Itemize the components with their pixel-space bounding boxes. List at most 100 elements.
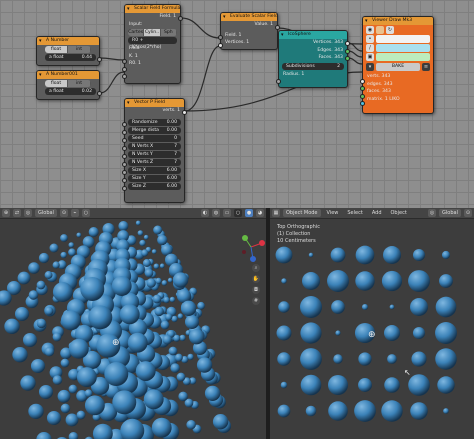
orientation-icon[interactable]: ◎: [428, 209, 437, 217]
field-input-socket[interactable]: [122, 59, 127, 64]
transform-icon[interactable]: ⇄: [13, 209, 21, 217]
viewport-top-orthographic[interactable]: ▦ Object Mode View Select Add Object ◎ G…: [270, 208, 474, 439]
formula-input[interactable]: R0 + K*cos(2*rho): [128, 37, 177, 50]
vertices-input-socket[interactable]: [218, 43, 223, 48]
evaluate-scalar-field-node[interactable]: Evaluate Scalar Field Value. 1 Field. 1 …: [218, 12, 280, 50]
input-socket[interactable]: [122, 130, 127, 135]
camera-icon[interactable]: ◘: [252, 286, 260, 294]
spherical-mode-button[interactable]: Sph: [160, 29, 177, 36]
faces-output-socket[interactable]: [345, 56, 350, 61]
transform-orientation-dropdown[interactable]: Global: [439, 209, 461, 217]
eye-icon[interactable]: ◉: [366, 26, 374, 34]
menu-object[interactable]: Object: [388, 209, 410, 217]
icosphere-node[interactable]: IcoSphere Vertices. 343 Edges. 343 Faces…: [276, 30, 350, 88]
proportional-icon[interactable]: ○: [81, 209, 90, 217]
vertex-color-swatch[interactable]: [376, 35, 430, 43]
float-value-field[interactable]: a float 0.44: [45, 54, 96, 61]
face-icon[interactable]: ▣: [366, 53, 374, 61]
n-verts-y-field[interactable]: N Verts Y7: [128, 150, 181, 158]
visibility-icon[interactable]: ◐: [201, 209, 209, 217]
input-socket[interactable]: [122, 178, 127, 183]
bake-button[interactable]: BAKE: [376, 63, 420, 71]
field-output-socket[interactable]: [178, 16, 183, 21]
face-color-swatch[interactable]: [376, 53, 430, 61]
seed-field[interactable]: Seed 0: [128, 134, 181, 142]
edges-output-socket[interactable]: [345, 49, 350, 54]
navigation-gizmo[interactable]: [236, 232, 266, 262]
pan-hand-icon[interactable]: ✋: [252, 275, 260, 283]
node-editor[interactable]: A Number floatint a float0.44 A Number00…: [0, 0, 474, 208]
merge-distance-field[interactable]: Merge dista 0.00: [128, 126, 181, 134]
input-socket[interactable]: [122, 170, 127, 175]
cursor-tool-icon[interactable]: ⊕: [2, 209, 10, 217]
number001-node[interactable]: A Number001 floatint a float0.02: [36, 70, 102, 100]
overlay-icon[interactable]: ◍: [212, 209, 220, 217]
input-socket[interactable]: [122, 146, 127, 151]
input-socket[interactable]: [122, 122, 127, 127]
scalar-field-formula-node[interactable]: Scalar Field Formula Field. 1 Input: Car…: [122, 4, 183, 84]
radius-input-socket[interactable]: [276, 79, 281, 84]
matrix-input-socket[interactable]: [360, 101, 365, 106]
coordinate-mode-selector[interactable]: Cartes Cylin.. Sph: [128, 29, 177, 36]
settings-icon[interactable]: ≡: [422, 63, 430, 71]
shading-material-icon[interactable]: ◕: [256, 209, 264, 217]
menu-add[interactable]: Add: [369, 209, 385, 217]
input-socket[interactable]: [122, 154, 127, 159]
cartesian-mode-button[interactable]: Cartes: [128, 29, 145, 36]
viewer-header: Viewer Draw Mk3: [363, 17, 433, 25]
float-mode-button[interactable]: float: [45, 46, 68, 53]
size-z-field[interactable]: Size Z 6.00: [128, 182, 181, 190]
viewport-perspective[interactable]: ⊕ ⇄ ◎ Global ⊙ ⌁ ○ ◐ ◍ ▭ ○ ● ◕ ⌕ ✋ ◘ # ⊕: [0, 208, 266, 439]
shading-solid-icon[interactable]: ●: [245, 209, 253, 217]
orientation-icon[interactable]: ◎: [24, 209, 32, 217]
snap-icon[interactable]: ⌁: [70, 209, 79, 217]
vertices-output-socket[interactable]: [345, 41, 350, 46]
sphere: [328, 375, 348, 395]
perspective-grid-icon[interactable]: #: [252, 297, 260, 305]
field-input-socket[interactable]: [218, 35, 223, 40]
viewer-draw-node[interactable]: Viewer Draw Mk3 ◉ ↻ • / ▣ ▾ BAKE ≡ verts…: [360, 16, 434, 114]
edge-color-swatch[interactable]: [376, 44, 430, 52]
sphere: [146, 278, 156, 288]
bake-toggle-icon[interactable]: [376, 26, 384, 34]
number-node[interactable]: A Number floatint a float0.44: [36, 36, 102, 66]
size-y-field[interactable]: Size Y 6.00: [128, 174, 181, 182]
editor-type-icon[interactable]: ▦: [272, 209, 280, 217]
edge-icon[interactable]: /: [366, 44, 374, 52]
float-value-field[interactable]: a float 0.02: [45, 88, 96, 95]
refresh-icon[interactable]: ↻: [386, 26, 394, 34]
transform-orientation-dropdown[interactable]: Global: [35, 209, 57, 217]
cylindrical-mode-button[interactable]: Cylin..: [144, 29, 161, 36]
menu-view[interactable]: View: [324, 209, 342, 217]
pivot-icon[interactable]: ⊙: [59, 209, 68, 217]
float-mode-button[interactable]: float: [45, 80, 68, 87]
n-verts-z-field[interactable]: N Verts Z7: [128, 158, 181, 166]
vector-p-field-node[interactable]: Vector P Field verts. 1 Randomize0.00 Me…: [122, 98, 187, 203]
randomize-field[interactable]: Randomize 0.00: [128, 118, 181, 126]
input-socket[interactable]: [122, 162, 127, 167]
int-mode-button[interactable]: int: [68, 46, 91, 53]
pivot-icon[interactable]: ⊙: [464, 209, 472, 217]
shading-wire-icon[interactable]: ○: [234, 209, 242, 217]
vertex-point-icon[interactable]: •: [366, 35, 374, 43]
input-socket[interactable]: [122, 138, 127, 143]
chevron-down-icon[interactable]: ▾: [366, 63, 374, 71]
input-socket[interactable]: [122, 186, 127, 191]
zoom-icon[interactable]: ⌕: [252, 264, 260, 272]
output-socket[interactable]: [97, 57, 102, 62]
edges-input-socket[interactable]: [360, 86, 365, 91]
int-mode-button[interactable]: int: [68, 80, 91, 87]
subdivisions-field[interactable]: Subdivisions 2: [282, 62, 344, 70]
verts-input-socket[interactable]: [360, 79, 365, 84]
object-mode-dropdown[interactable]: Object Mode: [283, 209, 321, 217]
verts-output-socket[interactable]: [182, 110, 187, 115]
r0-input-socket[interactable]: [122, 74, 127, 79]
size-x-field[interactable]: Size X 6.00: [128, 166, 181, 174]
faces-input-socket[interactable]: [360, 94, 365, 99]
menu-select[interactable]: Select: [344, 209, 365, 217]
k-input-socket[interactable]: [122, 67, 127, 72]
output-socket[interactable]: [97, 91, 102, 96]
n-verts-x-field[interactable]: N Verts X7: [128, 142, 181, 150]
sphere: [68, 384, 78, 394]
xray-icon[interactable]: ▭: [223, 209, 231, 217]
